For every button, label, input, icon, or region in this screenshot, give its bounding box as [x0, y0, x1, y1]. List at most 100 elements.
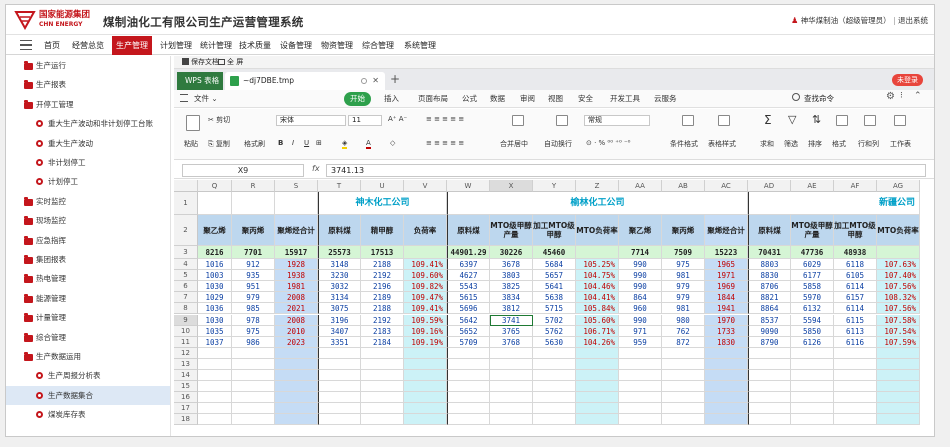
- sidebar-item[interactable]: 生产数据运用: [6, 347, 170, 366]
- data-cell[interactable]: 959: [619, 336, 662, 348]
- sidebar-item[interactable]: 煤炭库存表: [6, 405, 170, 424]
- nav-item-5[interactable]: 技术质量: [235, 36, 275, 55]
- data-cell[interactable]: 2188: [361, 259, 404, 271]
- ribbon-tab[interactable]: 页面布局: [418, 90, 448, 108]
- empty-cell[interactable]: [877, 392, 920, 404]
- data-cell[interactable]: 975: [662, 259, 705, 271]
- fx-icon[interactable]: fx: [312, 164, 320, 173]
- data-cell[interactable]: 3803: [490, 270, 533, 282]
- row-header[interactable]: 2: [174, 215, 198, 246]
- clear-format-icon[interactable]: ◇: [390, 139, 395, 147]
- ribbon-tab[interactable]: 数据: [490, 90, 505, 108]
- empty-cell[interactable]: [361, 347, 404, 359]
- table-style-icon[interactable]: [718, 115, 730, 126]
- search-icon[interactable]: [792, 93, 800, 101]
- data-cell[interactable]: 6126: [791, 336, 834, 348]
- row-header[interactable]: 17: [174, 403, 198, 415]
- data-cell[interactable]: 5762: [533, 325, 576, 337]
- settings-icon[interactable]: ⚙: [886, 91, 895, 102]
- empty-cell[interactable]: [705, 414, 748, 426]
- empty-cell[interactable]: [447, 347, 490, 359]
- tab-close-icon[interactable]: ✕: [372, 72, 379, 90]
- column-header[interactable]: Z: [576, 180, 619, 192]
- empty-cell[interactable]: [619, 403, 662, 415]
- data-cell[interactable]: 975: [232, 325, 275, 337]
- data-cell[interactable]: 990: [619, 314, 662, 326]
- data-cell[interactable]: 8790: [748, 336, 791, 348]
- data-cell[interactable]: 979: [662, 281, 705, 293]
- data-cell[interactable]: 109.41%: [404, 303, 447, 315]
- data-cell[interactable]: 5642: [447, 314, 490, 326]
- data-cell[interactable]: 1016: [198, 259, 232, 271]
- cell-reference[interactable]: X9: [182, 164, 304, 177]
- empty-cell[interactable]: [404, 392, 447, 404]
- new-tab-button[interactable]: +: [390, 72, 400, 86]
- empty-cell[interactable]: [232, 370, 275, 382]
- collapse-icon[interactable]: ⌃: [914, 91, 922, 101]
- group-title-cell[interactable]: 神木化工公司: [318, 192, 447, 215]
- row-header[interactable]: 8: [174, 303, 198, 315]
- paste-button[interactable]: 粘贴: [184, 139, 198, 149]
- sidebar-item[interactable]: 实时监控: [6, 192, 170, 211]
- data-cell[interactable]: 1844: [705, 292, 748, 304]
- empty-cell[interactable]: [576, 414, 619, 426]
- tab-dot-icon[interactable]: [361, 78, 367, 84]
- data-cell[interactable]: 109.41%: [404, 259, 447, 271]
- select-all-corner[interactable]: [174, 180, 198, 192]
- nav-item-8[interactable]: 综合管理: [358, 36, 398, 55]
- empty-cell[interactable]: [232, 358, 275, 370]
- empty-cell[interactable]: [198, 347, 232, 359]
- data-cell[interactable]: 3678: [490, 259, 533, 271]
- nav-item-6[interactable]: 设备管理: [276, 36, 316, 55]
- column-title-cell[interactable]: MTO负荷率: [877, 215, 920, 246]
- empty-cell[interactable]: [705, 403, 748, 415]
- row-header[interactable]: 9: [174, 314, 198, 326]
- italic-button[interactable]: I: [292, 139, 294, 147]
- column-header[interactable]: R: [232, 180, 275, 192]
- total-cell[interactable]: 15917: [275, 246, 318, 259]
- data-cell[interactable]: 109.59%: [404, 314, 447, 326]
- column-title-cell[interactable]: 加工MTO级甲醇: [533, 215, 576, 246]
- empty-cell[interactable]: [662, 358, 705, 370]
- copy-button[interactable]: ⎘ 复制: [208, 139, 230, 149]
- data-cell[interactable]: 105.84%: [576, 303, 619, 315]
- sum-button[interactable]: 求和: [760, 139, 774, 149]
- empty-cell[interactable]: [791, 414, 834, 426]
- rowcol-icon[interactable]: [864, 115, 876, 126]
- empty-cell[interactable]: [232, 347, 275, 359]
- empty-cell[interactable]: [198, 192, 232, 215]
- empty-cell[interactable]: [619, 347, 662, 359]
- data-cell[interactable]: 3148: [318, 259, 361, 271]
- data-cell[interactable]: 9090: [748, 325, 791, 337]
- data-cell[interactable]: 5696: [447, 303, 490, 315]
- font-select[interactable]: 宋体: [276, 115, 346, 126]
- empty-cell[interactable]: [533, 392, 576, 404]
- empty-cell[interactable]: [318, 414, 361, 426]
- row-header[interactable]: 6: [174, 281, 198, 293]
- data-cell[interactable]: 3407: [318, 325, 361, 337]
- data-cell[interactable]: 107.58%: [877, 314, 920, 326]
- sort-button[interactable]: 排序: [808, 139, 822, 149]
- total-cell[interactable]: [877, 246, 920, 259]
- sidebar-item[interactable]: 应急指挥: [6, 231, 170, 250]
- data-cell[interactable]: 8864: [748, 303, 791, 315]
- formula-input[interactable]: 3741.13: [326, 164, 926, 177]
- data-cell[interactable]: 971: [619, 325, 662, 337]
- empty-cell[interactable]: [275, 403, 318, 415]
- nav-item-2[interactable]: 生产管理: [112, 36, 152, 55]
- data-cell[interactable]: 107.40%: [877, 270, 920, 282]
- empty-cell[interactable]: [447, 358, 490, 370]
- column-title-cell[interactable]: 聚乙烯: [619, 215, 662, 246]
- data-cell[interactable]: 3825: [490, 281, 533, 293]
- font-color-icon[interactable]: A: [366, 139, 371, 149]
- column-title-cell[interactable]: 精甲醇: [361, 215, 404, 246]
- empty-cell[interactable]: [791, 347, 834, 359]
- data-cell[interactable]: 981: [662, 270, 705, 282]
- empty-cell[interactable]: [490, 392, 533, 404]
- empty-cell[interactable]: [748, 347, 791, 359]
- row-header[interactable]: 3: [174, 246, 198, 259]
- empty-cell[interactable]: [834, 358, 877, 370]
- empty-cell[interactable]: [232, 414, 275, 426]
- ribbon-tab[interactable]: 审阅: [520, 90, 535, 108]
- column-title-cell[interactable]: 原料煤: [748, 215, 791, 246]
